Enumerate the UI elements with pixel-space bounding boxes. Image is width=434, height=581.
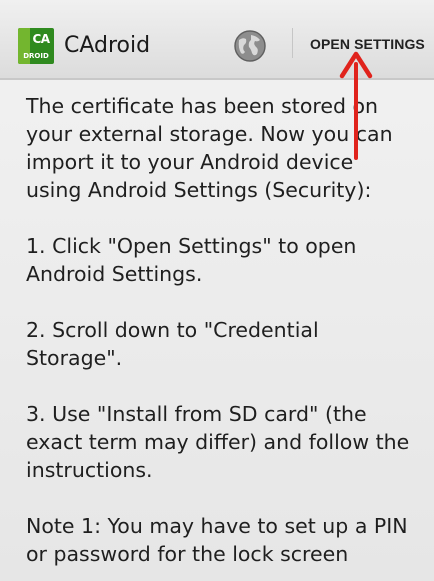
action-bar-divider bbox=[292, 28, 293, 58]
instructions-text: The certificate has been stored on your … bbox=[26, 92, 426, 581]
paragraph-step-2: 2. Scroll down to "Credential Storage". bbox=[26, 318, 319, 370]
paragraph-note-1: Note 1: You may have to set up a PIN or … bbox=[26, 514, 408, 566]
action-bar: CA DROID CAdroid OPEN SETTINGS bbox=[0, 0, 434, 80]
app-icon-ca-text: CA bbox=[32, 32, 50, 46]
globe-icon bbox=[234, 30, 266, 62]
paragraph-step-1: 1. Click "Open Settings" to open Android… bbox=[26, 234, 357, 286]
paragraph-intro: The certificate has been stored on your … bbox=[26, 94, 393, 202]
app-icon[interactable]: CA DROID bbox=[18, 28, 54, 64]
screen: CA DROID CAdroid OPEN SETTINGS The certi… bbox=[0, 0, 434, 581]
app-title: CAdroid bbox=[64, 33, 151, 58]
app-icon-droid-text: DROID bbox=[23, 52, 49, 60]
globe-button[interactable] bbox=[228, 26, 272, 66]
paragraph-step-3: 3. Use "Install from SD card" (the exact… bbox=[26, 402, 410, 482]
open-settings-button[interactable]: OPEN SETTINGS bbox=[300, 28, 434, 60]
